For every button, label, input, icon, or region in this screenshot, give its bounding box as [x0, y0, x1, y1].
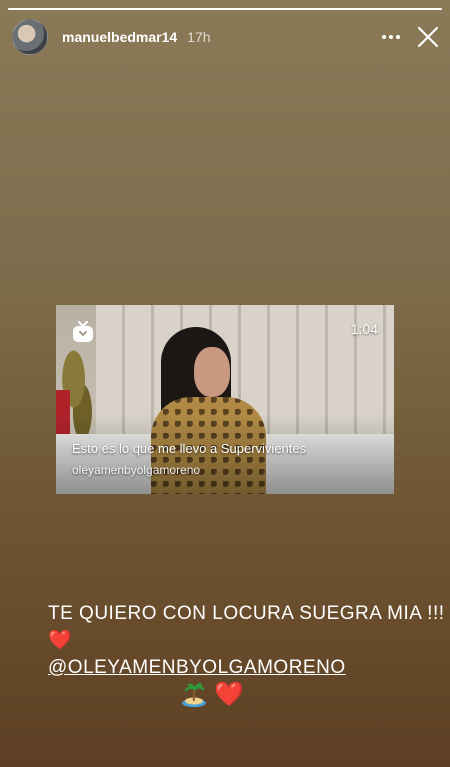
video-title: Esto es lo que me llevo a Supervivientes [72, 441, 307, 456]
username[interactable]: manuelbedmar14 [62, 29, 177, 45]
timestamp: 17h [187, 29, 211, 45]
story-header: manuelbedmar14 17h [12, 18, 440, 56]
story-caption: TE QUIERO CON LOCURA SUEGRA MIA !!! ❤️ @… [48, 600, 450, 681]
heart-emoji: ❤️ [48, 630, 73, 651]
story-progress-fill [8, 8, 442, 10]
video-duration: 1:04 [350, 321, 378, 337]
video-account[interactable]: oleyamenbyolgamoreno [72, 463, 200, 477]
caption-line-2: @OLEYAMENBYOLGAMORENO [48, 654, 450, 681]
story-progress-bar [8, 8, 442, 10]
island-icon [182, 682, 206, 707]
avatar[interactable] [12, 19, 48, 55]
heart-emoji-2: ❤️ [214, 681, 244, 708]
igtv-video-card[interactable]: 1:04 Esto es lo que me llevo a Supervivi… [56, 305, 394, 494]
caption-line-1: TE QUIERO CON LOCURA SUEGRA MIA !!! ❤️ [48, 600, 450, 654]
video-thumbnail-person-face [194, 347, 230, 397]
emoji-row: ❤️ [180, 680, 244, 709]
caption-text: TE QUIERO CON LOCURA SUEGRA MIA !!! [48, 603, 445, 624]
igtv-icon [73, 321, 93, 342]
mention-link[interactable]: @OLEYAMENBYOLGAMORENO [48, 657, 346, 678]
more-horizontal-icon[interactable] [378, 27, 404, 47]
close-icon[interactable] [416, 25, 440, 49]
